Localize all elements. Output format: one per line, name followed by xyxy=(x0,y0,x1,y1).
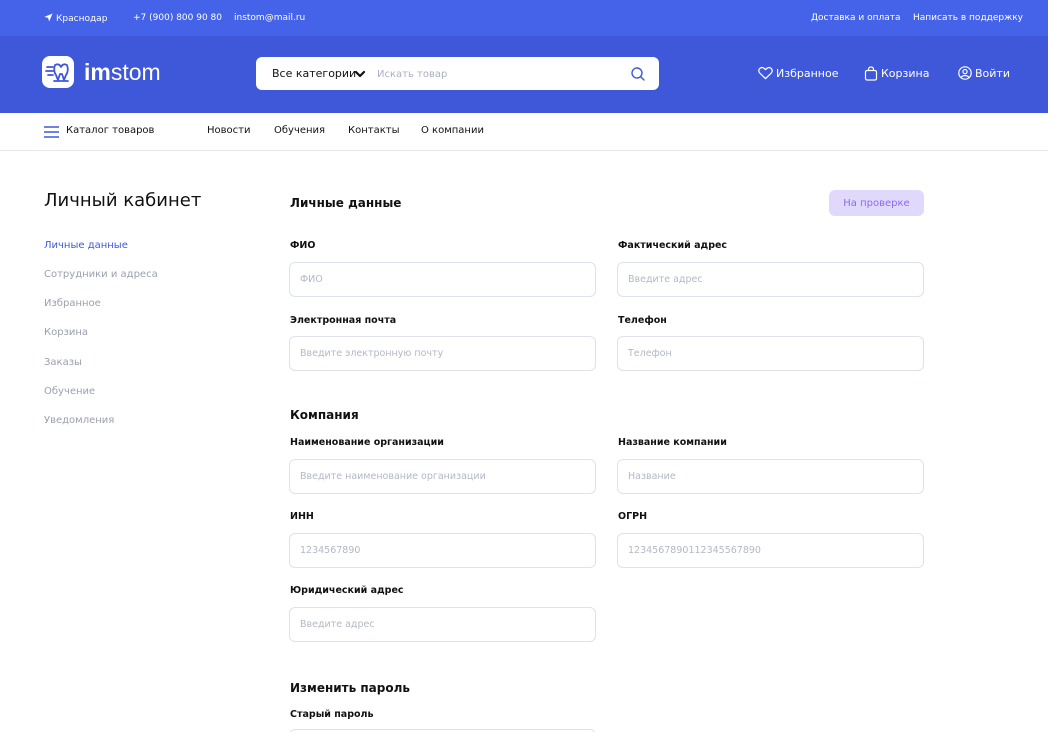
password-section-title: Изменить пароль xyxy=(290,681,410,695)
old-password-label: Старый пароль xyxy=(290,709,374,720)
ogrn-label: ОГРН xyxy=(618,511,648,522)
city-label: Краснодар xyxy=(56,14,108,24)
page-title: Личный кабинет xyxy=(44,190,202,211)
city-selector[interactable]: Краснодар xyxy=(44,13,107,24)
logo-bold: im xyxy=(84,59,111,85)
catalog-link[interactable]: Каталог товаров xyxy=(66,125,154,136)
org-field[interactable] xyxy=(289,459,596,494)
ogrn-field[interactable] xyxy=(617,533,924,568)
org-label: Наименование организации xyxy=(290,437,444,448)
logo-icon[interactable] xyxy=(42,56,74,88)
logo-rest: stom xyxy=(110,59,161,85)
login-link[interactable]: Войти xyxy=(958,65,1010,81)
nav-item-contacts[interactable]: Контакты xyxy=(348,125,399,136)
status-badge: На проверке xyxy=(829,190,924,216)
header: imstom Все категории Избранное Корзина В… xyxy=(0,36,1048,113)
heart-icon xyxy=(758,66,773,80)
company-name-field[interactable] xyxy=(617,459,924,494)
sidebar-item-employees[interactable]: Сотрудники и адреса xyxy=(44,269,158,280)
menu-icon[interactable] xyxy=(44,126,59,138)
email-label: Электронная почта xyxy=(290,315,397,326)
address-label: Фактический адрес xyxy=(618,240,728,251)
phone-link[interactable]: +7 (900) 800 90 80 xyxy=(133,13,222,23)
chevron-down-icon[interactable] xyxy=(352,67,368,81)
sidebar-item-orders[interactable]: Заказы xyxy=(44,357,82,368)
login-label: Войти xyxy=(975,66,1010,80)
fio-label: ФИО xyxy=(290,240,316,251)
bag-icon xyxy=(864,65,878,81)
email-link[interactable]: instom@mail.ru xyxy=(234,13,305,23)
personal-section-title: Личные данные xyxy=(290,196,402,210)
company-name-label: Название компании xyxy=(618,437,727,448)
phone-field[interactable] xyxy=(617,336,924,371)
logo-wordmark[interactable]: imstom xyxy=(84,59,161,86)
sidebar-item-notifications[interactable]: Уведомления xyxy=(44,415,114,426)
company-section-title: Компания xyxy=(290,408,359,422)
sidebar-item-personal[interactable]: Личные данные xyxy=(44,240,128,251)
fio-field[interactable] xyxy=(289,262,596,297)
user-circle-icon xyxy=(958,66,972,80)
search-bar: Все категории xyxy=(256,57,659,90)
legal-address-field[interactable] xyxy=(289,607,596,642)
sidebar-item-favorites[interactable]: Избранное xyxy=(44,298,101,309)
support-link[interactable]: Написать в поддержку xyxy=(913,13,1023,23)
top-bar: Краснодар +7 (900) 800 90 80 instom@mail… xyxy=(0,0,1048,36)
legal-address-label: Юридический адрес xyxy=(290,585,404,596)
category-select[interactable]: Все категории xyxy=(272,67,356,80)
phone-label: Телефон xyxy=(618,315,667,326)
sidebar-item-cart[interactable]: Корзина xyxy=(44,327,88,338)
favorites-label: Избранное xyxy=(776,66,839,80)
nav-item-news[interactable]: Новости xyxy=(207,125,250,136)
delivery-link[interactable]: Доставка и оплата xyxy=(811,13,901,23)
nav-item-trainings[interactable]: Обучения xyxy=(274,125,325,136)
inn-label: ИНН xyxy=(290,511,314,522)
sidebar-item-training[interactable]: Обучение xyxy=(44,386,95,397)
main-nav: Каталог товаров Новости Обучения Контакт… xyxy=(0,113,1048,151)
address-field[interactable] xyxy=(617,262,924,297)
search-icon[interactable] xyxy=(629,65,647,83)
cart-link[interactable]: Корзина xyxy=(864,65,929,81)
search-input[interactable] xyxy=(377,66,617,82)
email-field[interactable] xyxy=(289,336,596,371)
location-arrow-icon xyxy=(44,13,53,22)
inn-field[interactable] xyxy=(289,533,596,568)
cart-label: Корзина xyxy=(881,66,930,80)
favorites-link[interactable]: Избранное xyxy=(758,65,838,81)
nav-item-about[interactable]: О компании xyxy=(421,125,484,136)
